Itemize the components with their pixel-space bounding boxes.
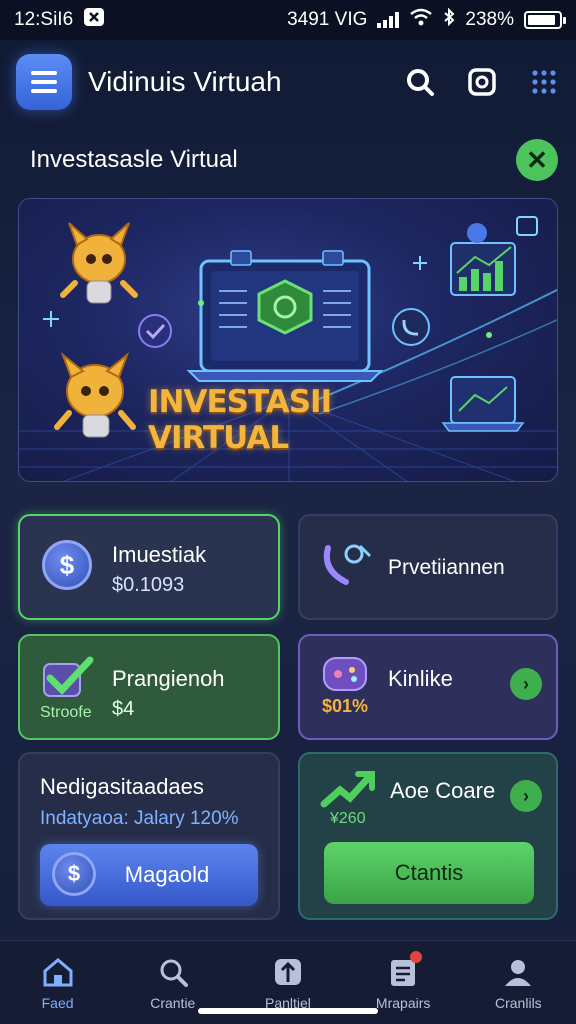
menu-button[interactable] bbox=[16, 54, 72, 110]
promo-card[interactable]: Prvetiiannen bbox=[298, 514, 558, 620]
battery-icon bbox=[524, 11, 566, 29]
investment-label: Imuestiak bbox=[112, 542, 207, 567]
checkmark-box-icon bbox=[40, 656, 96, 705]
core-card: ¥260 Aoe Coare › Ctantis bbox=[298, 752, 558, 920]
negotiation-label: Nedigasitaadaes bbox=[40, 774, 204, 799]
nav-item-search[interactable]: Crantie bbox=[123, 955, 223, 1011]
camera-icon[interactable] bbox=[466, 66, 498, 98]
app-bar: Vidinuis Virtuah bbox=[0, 44, 576, 120]
robot-mascot-2 bbox=[54, 351, 136, 438]
battery-percent: 238% bbox=[465, 9, 514, 30]
status-network: 3491 VIG bbox=[287, 9, 368, 30]
wifi-icon bbox=[409, 8, 433, 32]
tag-icon bbox=[271, 955, 305, 989]
close-button[interactable]: ✕ bbox=[516, 139, 558, 181]
core-label: Aoe Coare bbox=[390, 778, 496, 803]
magaold-button-label: Magaold bbox=[124, 862, 210, 887]
section-title: Investasasle Virtual bbox=[30, 146, 238, 173]
menu-icon bbox=[31, 71, 57, 75]
chevron-right-icon: › bbox=[523, 785, 529, 806]
app-title: Vidinuis Virtuah bbox=[88, 66, 282, 97]
document-icon bbox=[386, 951, 423, 989]
magaold-button[interactable]: $ Magaold bbox=[40, 844, 258, 906]
core-arrow-button[interactable]: › bbox=[510, 780, 542, 812]
nav-item-tag[interactable]: Panltiel bbox=[238, 955, 338, 1011]
kinlike-value: $01% bbox=[322, 696, 369, 716]
home-icon bbox=[41, 955, 75, 989]
status-bar: 12:SiI6 3491 VIG 238% bbox=[0, 0, 576, 40]
kinlike-card[interactable]: $01% Kinlike › bbox=[298, 634, 558, 740]
promo-label: Prvetiiannen bbox=[388, 556, 505, 579]
chart-panel bbox=[450, 242, 516, 296]
kinlike-arrow-button[interactable]: › bbox=[510, 668, 542, 700]
nav-item-profile[interactable]: Cranlils bbox=[468, 955, 568, 1011]
nav-label: Mrapairs bbox=[375, 995, 431, 1011]
grid-icon[interactable] bbox=[528, 66, 560, 98]
laptop-small bbox=[441, 376, 525, 432]
robot-mascot bbox=[60, 222, 138, 304]
status-time: 12:SiI6 bbox=[14, 9, 74, 30]
banner-headline: INVESTASII VIRTUAL bbox=[148, 384, 332, 456]
nav-label: Faed bbox=[41, 995, 74, 1011]
negotiation-card: Nedigasitaadaes Indatyaoa: Jalary 120% $… bbox=[18, 752, 280, 920]
profile-icon bbox=[501, 955, 535, 989]
kinlike-label: Kinlike bbox=[388, 666, 453, 691]
progress-sub: Stroofe bbox=[40, 704, 92, 721]
close-icon: ✕ bbox=[526, 144, 548, 175]
nav-item-document[interactable]: Mrapairs bbox=[353, 951, 453, 1011]
investment-value: $0.1093 bbox=[112, 574, 185, 596]
signal-icon bbox=[377, 12, 400, 28]
progress-value: $4 bbox=[112, 698, 135, 720]
dollar-coin-icon: $ bbox=[52, 852, 96, 896]
investment-card[interactable]: $ Imuestiak $0.1093 bbox=[18, 514, 280, 620]
nav-item-home[interactable]: Faed bbox=[8, 955, 108, 1011]
gamepad-icon bbox=[322, 654, 368, 699]
ctantis-button[interactable]: Ctantis bbox=[324, 842, 534, 904]
nav-label: Crantie bbox=[150, 995, 196, 1011]
negotiation-sub: Indatyaoa: Jalary 120% bbox=[40, 808, 239, 829]
nav-label: Cranlils bbox=[495, 995, 542, 1011]
progress-card[interactable]: Stroofe Prangienoh $4 bbox=[18, 634, 280, 740]
notification-badge bbox=[410, 951, 423, 963]
app-notification-icon bbox=[83, 7, 105, 33]
progress-label: Prangienoh bbox=[112, 666, 225, 691]
search-icon bbox=[156, 955, 190, 989]
home-indicator[interactable] bbox=[198, 1008, 378, 1014]
dollar-coin-icon: $ bbox=[42, 540, 92, 590]
laptop-screen bbox=[186, 250, 384, 382]
phone-icon bbox=[318, 540, 372, 595]
chevron-right-icon: › bbox=[523, 673, 529, 694]
section-header: Investasasle Virtual ✕ bbox=[30, 138, 558, 182]
core-value: ¥260 bbox=[330, 810, 366, 827]
search-icon[interactable] bbox=[404, 66, 436, 98]
bluetooth-icon bbox=[443, 7, 455, 32]
